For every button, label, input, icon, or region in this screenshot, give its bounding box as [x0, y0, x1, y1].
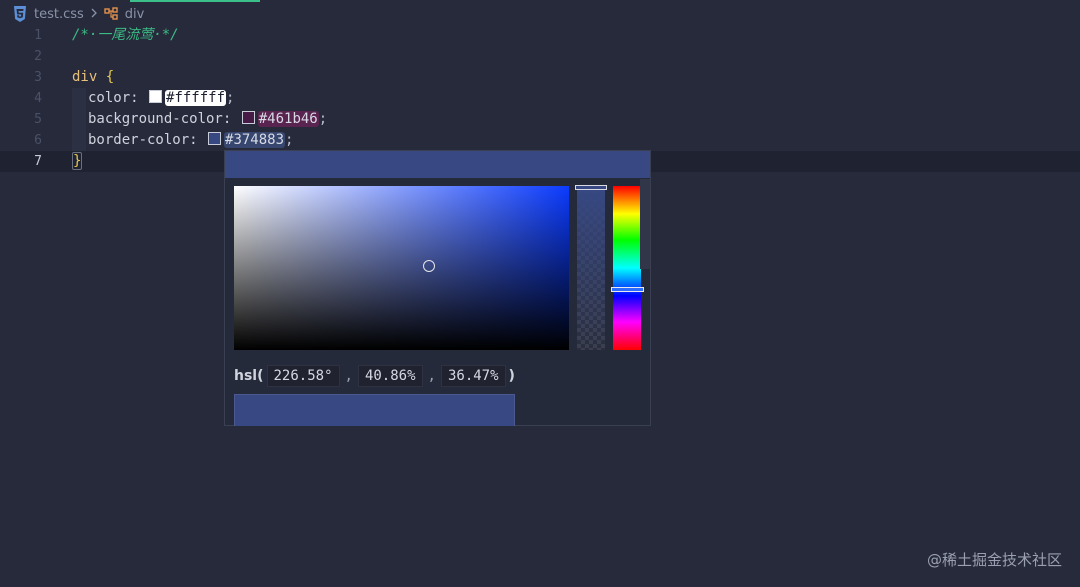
css3-icon [12, 5, 28, 23]
hue-input[interactable]: 226.58° [266, 365, 340, 387]
css-property: background-color: [88, 111, 232, 127]
indent-guide [72, 130, 86, 151]
color-swatch[interactable] [149, 90, 163, 103]
close-brace: } [72, 152, 83, 170]
semicolon: ; [318, 111, 328, 127]
code-line[interactable]: 3 div { [0, 67, 1080, 88]
css-property: border-color: [88, 132, 198, 148]
hue-slider[interactable] [613, 186, 641, 350]
line-number: 6 [34, 133, 42, 148]
code-line[interactable]: 1 /*·一尾流莺·*/ [0, 25, 1080, 46]
indent-guide [72, 88, 86, 109]
indent-guide [72, 109, 86, 130]
lightness-input[interactable]: 36.47% [440, 365, 506, 387]
code-line[interactable]: 5 background-color: #461b46; [0, 109, 1080, 130]
code-line[interactable]: 6 border-color: #374883; [0, 130, 1080, 151]
line-number: 7 [34, 154, 42, 169]
hsl-inputs: hsl( 226.58° , 40.86% , 36.47% ) [234, 365, 515, 387]
hue-slider-thumb[interactable] [611, 287, 644, 292]
breadcrumb: test.css div [12, 4, 144, 24]
line-number: 1 [34, 28, 42, 43]
saturation-cursor[interactable] [423, 260, 435, 272]
color-value: #461b46 [257, 111, 319, 127]
line-number: 4 [34, 91, 42, 106]
saturation-input[interactable]: 40.86% [357, 365, 423, 387]
comment: /*·一尾流莺·*/ [72, 27, 179, 43]
color-swatch[interactable] [241, 111, 255, 124]
color-value: #374883 [224, 132, 286, 148]
color-preview-header[interactable] [225, 151, 650, 178]
semicolon: ; [226, 90, 235, 106]
chevron-right-icon [90, 7, 98, 21]
scrollbar[interactable] [640, 179, 650, 269]
hsl-label: hsl( [234, 368, 264, 384]
opacity-slider[interactable] [577, 188, 605, 350]
code-line[interactable]: 2 [0, 46, 1080, 67]
hsl-close-paren: ) [508, 368, 515, 384]
opacity-slider-thumb[interactable] [575, 185, 607, 190]
active-tab-indicator [130, 0, 260, 2]
css-selector: div [72, 69, 98, 85]
line-number: 2 [34, 49, 42, 64]
line-number: 3 [34, 70, 42, 85]
color-value: #ffffff [165, 90, 227, 106]
color-preview-swatch [234, 394, 515, 426]
code-line[interactable]: 4 color: #ffffff; [0, 88, 1080, 109]
breadcrumb-file[interactable]: test.css [34, 7, 84, 22]
line-number: 5 [34, 112, 42, 127]
saturation-brightness-box[interactable] [234, 186, 569, 350]
watermark: @稀土掘金技术社区 [926, 551, 1062, 569]
color-picker-popup[interactable]: hsl( 226.58° , 40.86% , 36.47% ) [224, 150, 651, 426]
open-brace: { [105, 69, 115, 85]
semicolon: ; [285, 132, 294, 148]
css-property: color: [88, 90, 139, 106]
breadcrumb-symbol[interactable]: div [125, 7, 145, 22]
color-swatch[interactable] [208, 132, 222, 145]
symbol-class-icon [104, 7, 119, 21]
